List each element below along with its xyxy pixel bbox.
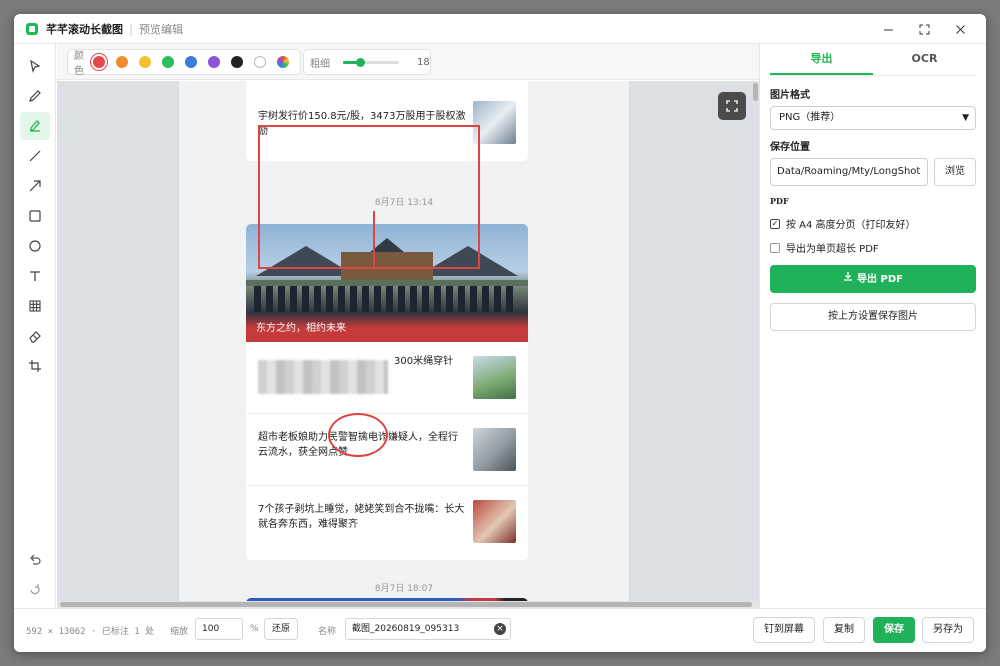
format-value: PNG（推荐） — [779, 112, 841, 123]
eraser-icon[interactable] — [20, 322, 50, 350]
news-title: 7个孩子剥坑上睡觉，姥姥笑到合不拢嘴：长大就各奔东西，难得聚齐 — [258, 504, 465, 530]
app-title: 芊芊滚动长截图 — [46, 22, 123, 36]
zoom-unit: % — [250, 624, 259, 634]
export-pdf-button[interactable]: 导出 PDF — [770, 265, 976, 293]
size-slider-handle[interactable] — [355, 57, 365, 67]
minimize-icon[interactable] — [870, 14, 906, 44]
a4-paging-option[interactable]: ✓ 按 A4 高度分页（打印友好） — [770, 216, 916, 231]
maximize-icon[interactable] — [906, 14, 942, 44]
vertical-scrollbar[interactable] — [751, 81, 759, 601]
export-pdf-label: 导出 PDF — [857, 274, 903, 285]
list-item: 7个孩子剥坑上睡觉，姥姥笑到合不拢嘴：长大就各奔东西，难得聚齐 — [246, 486, 528, 558]
save-button[interactable]: 保存 — [873, 617, 915, 643]
text-icon[interactable] — [20, 262, 50, 290]
name-label: 名称 — [318, 627, 337, 637]
window-controls — [870, 14, 978, 44]
grid-icon[interactable] — [20, 292, 50, 320]
news-title: 300米绳穿针 — [394, 356, 454, 367]
scroll-thumb[interactable] — [753, 83, 758, 101]
title-separator: | — [129, 21, 134, 36]
single-page-checkbox-label: 导出为单页超长 PDF — [786, 244, 879, 255]
export-panel: 导出 OCR 图片格式 PNG（推荐） ▼ 保存位置 Data/Roaming/… — [759, 44, 986, 608]
preview-canvas[interactable]: 宇树发行价150.8元/股，3473万股用于股权激励 8月7日 13:14 东方… — [57, 81, 759, 608]
filename-input[interactable]: 截图_20260819_095313 × — [345, 618, 511, 640]
dropdown-arrow-icon: ▼ — [962, 113, 969, 123]
save-path-input[interactable]: Data/Roaming/Mty/LongShot — [770, 158, 928, 186]
annotation-toolbar: 颜色 粗细 18 — [57, 44, 759, 80]
custom-color-icon[interactable] — [277, 56, 289, 68]
crop-icon[interactable] — [20, 352, 50, 380]
clear-input-icon[interactable]: × — [494, 623, 506, 635]
mosaic-blur-region — [258, 360, 388, 394]
title-bar: 芊芊滚动长截图 | 预览编辑 — [14, 14, 986, 44]
circle-icon[interactable] — [20, 232, 50, 260]
a4-checkbox-label: 按 A4 高度分页（打印友好） — [786, 220, 916, 231]
panel-tabs: 导出 OCR — [770, 44, 976, 76]
undo-icon[interactable] — [20, 546, 50, 574]
color-swatch-green[interactable] — [162, 56, 174, 68]
tab-export[interactable]: 导出 — [770, 44, 873, 75]
stroke-size-control: 粗细 18 — [303, 49, 431, 75]
copy-button[interactable]: 复制 — [823, 617, 865, 643]
color-swatch-blue[interactable] — [185, 56, 197, 68]
ellipse-annotation[interactable] — [328, 413, 388, 457]
color-swatch-orange[interactable] — [116, 56, 128, 68]
single-page-checkbox[interactable] — [770, 242, 780, 253]
news-card-main: 东方之约，相约未来 300米绳穿针 超市老板娘助力民警智擒电诈嫌疑人，全程行云流… — [246, 224, 528, 560]
zoom-input[interactable]: 100 — [195, 618, 243, 640]
status-bar: 592 × 13062 · 已标注 1 处 缩放 100 % 还原 名称 截图_… — [14, 608, 986, 652]
color-swatch-yellow[interactable] — [139, 56, 151, 68]
color-picker: 颜色 — [67, 49, 301, 77]
kids-image — [473, 500, 516, 543]
cursor-icon[interactable] — [20, 52, 50, 80]
pen-icon[interactable] — [20, 82, 50, 110]
list-item: 300米绳穿针 — [246, 342, 528, 414]
browse-button[interactable]: 浏览 — [934, 158, 976, 186]
color-swatch-red[interactable] — [93, 56, 105, 68]
color-swatch-black[interactable] — [231, 56, 243, 68]
line-annotation[interactable] — [373, 211, 375, 269]
shop-image — [473, 428, 516, 471]
color-label: 颜色 — [74, 51, 84, 77]
size-value: 18 — [417, 56, 430, 68]
a4-checkbox[interactable]: ✓ — [770, 218, 780, 229]
timestamp-separator: 8月7日 18:07 — [374, 584, 434, 594]
save-with-settings-button[interactable]: 按上方设置保存图片 — [770, 303, 976, 331]
download-icon — [843, 266, 853, 292]
format-label: 图片格式 — [770, 90, 810, 101]
tower-image — [473, 356, 516, 399]
format-select[interactable]: PNG（推荐） ▼ — [770, 106, 976, 130]
arrow-icon[interactable] — [20, 172, 50, 200]
color-swatch-white[interactable] — [254, 56, 266, 68]
tool-rail — [14, 44, 56, 608]
reset-zoom-button[interactable]: 还原 — [264, 618, 298, 640]
app-window: 芊芊滚动长截图 | 预览编辑 颜色 粗细 18 宇树发行价150.8元/股，34… — [14, 14, 986, 652]
zoom-label: 缩放 — [170, 627, 189, 637]
rectangle-icon[interactable] — [20, 202, 50, 230]
redo-icon[interactable] — [20, 576, 50, 604]
rectangle-annotation[interactable] — [258, 125, 480, 269]
highlighter-icon[interactable] — [20, 112, 50, 140]
horizontal-scrollbar[interactable] — [57, 601, 759, 608]
app-logo-icon — [26, 22, 38, 35]
app-subtitle: 预览编辑 — [139, 22, 184, 36]
pdf-section-label: PDF — [770, 196, 789, 206]
single-page-option[interactable]: 导出为单页超长 PDF — [770, 240, 879, 255]
list-item: 超市老板娘助力民警智擒电诈嫌疑人，全程行云流水，获全网点赞 — [246, 414, 528, 486]
save-location-label: 保存位置 — [770, 142, 810, 153]
line-icon[interactable] — [20, 142, 50, 170]
scroll-thumb[interactable] — [60, 602, 752, 607]
color-swatch-purple[interactable] — [208, 56, 220, 68]
tab-ocr[interactable]: OCR — [873, 44, 976, 75]
close-icon[interactable] — [942, 14, 978, 44]
fullscreen-icon[interactable] — [718, 92, 746, 120]
size-slider[interactable] — [343, 57, 399, 67]
hero-caption: 东方之约，相约未来 — [256, 323, 346, 334]
image-info: 592 × 13062 · 已标注 1 处 — [26, 627, 155, 637]
pin-to-screen-button[interactable]: 钉到屏幕 — [753, 617, 815, 643]
filename-value: 截图_20260819_095313 — [352, 624, 460, 634]
size-label: 粗细 — [310, 58, 330, 70]
save-as-button[interactable]: 另存为 — [922, 617, 974, 643]
